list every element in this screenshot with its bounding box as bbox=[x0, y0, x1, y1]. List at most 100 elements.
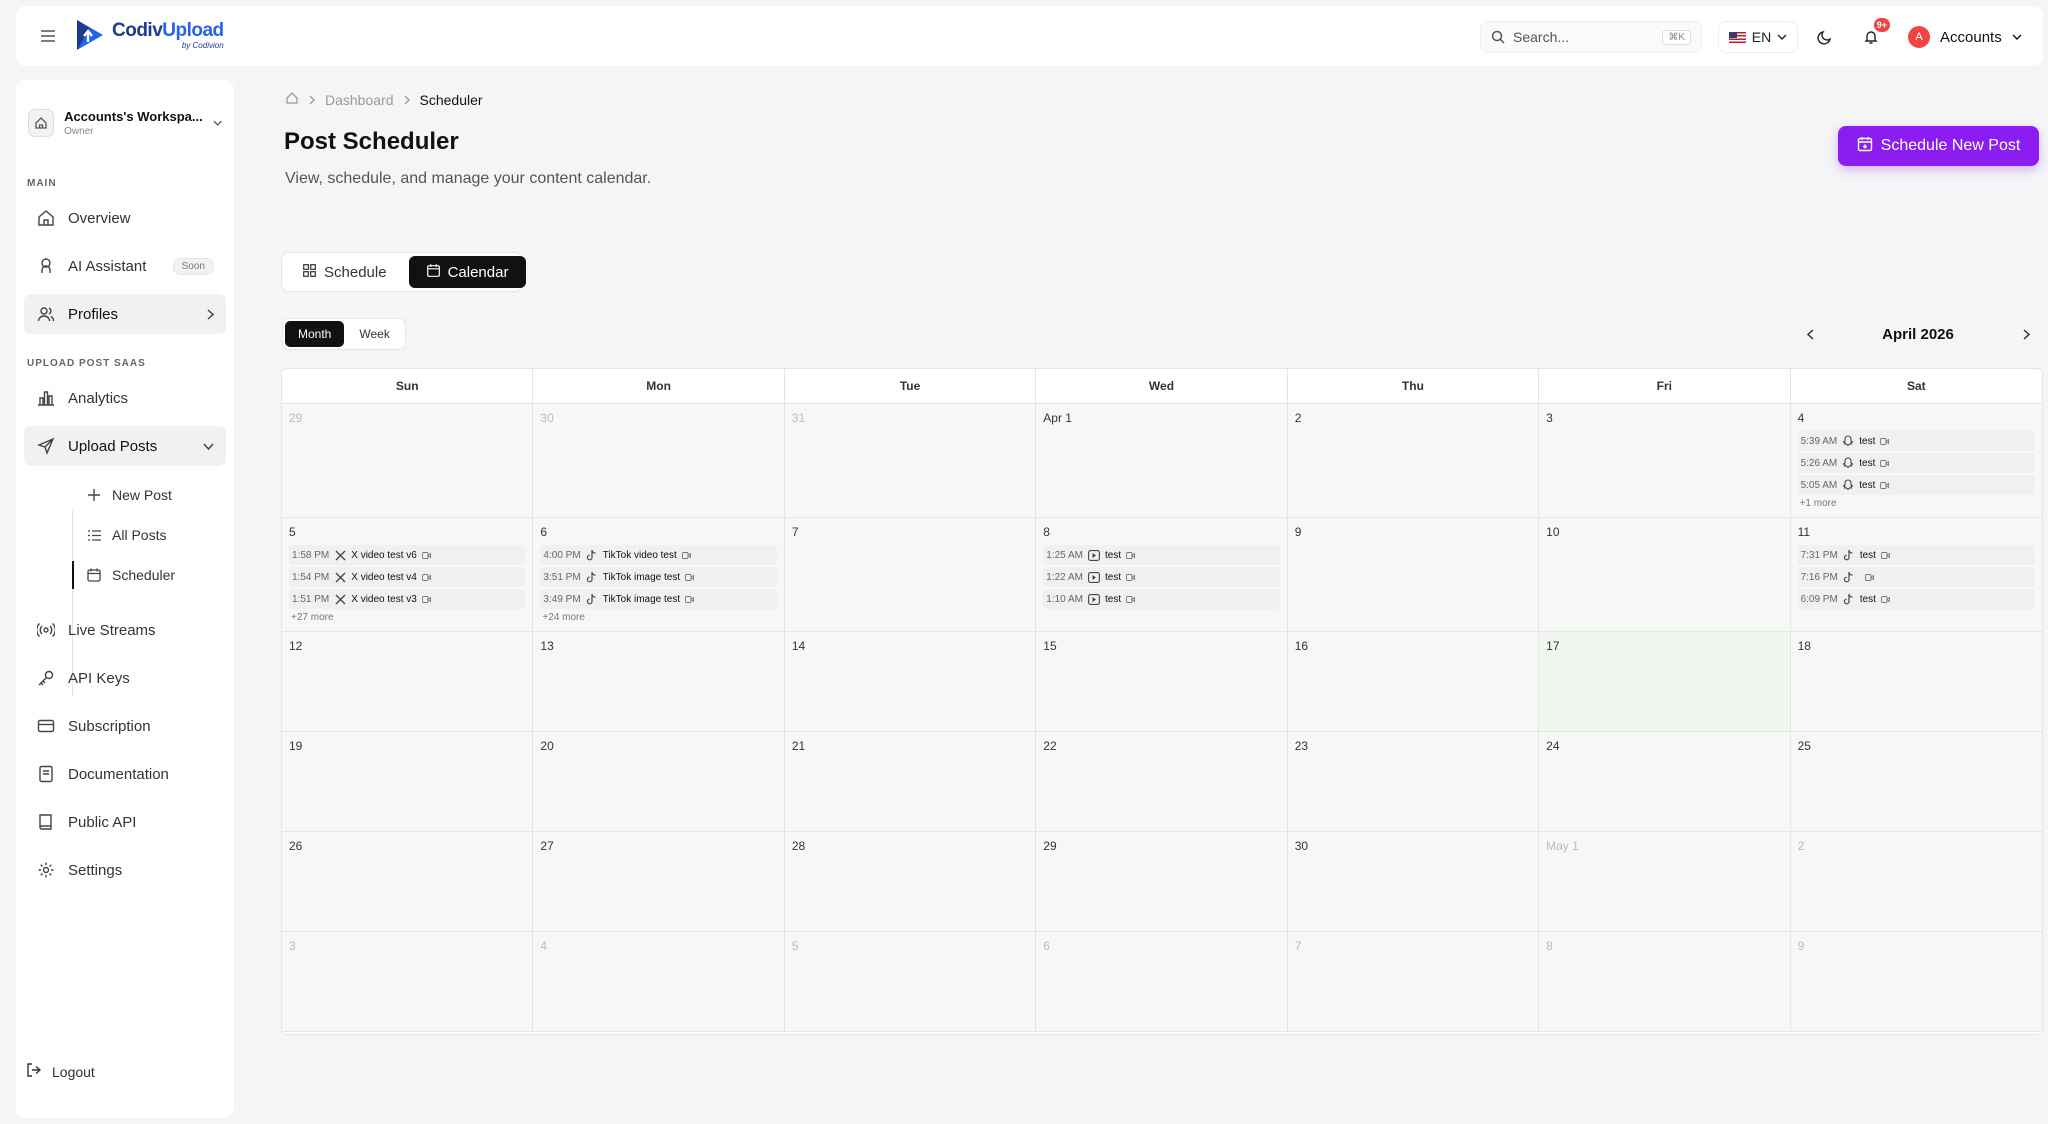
scheduled-post[interactable]: 1:22 AM test bbox=[1043, 567, 1280, 587]
calendar-day[interactable]: 4 5:39 AM test 5:26 AM test 5:05 AM test +1 mor… bbox=[1790, 404, 2042, 518]
calendar-day[interactable]: 22 bbox=[1036, 732, 1288, 832]
sidebar-item-overview[interactable]: Overview bbox=[24, 198, 226, 238]
calendar-day[interactable]: 5 bbox=[784, 932, 1037, 1032]
calendar-day[interactable]: 4 bbox=[533, 932, 785, 1032]
notifications-button[interactable]: 9+ bbox=[1858, 18, 1890, 50]
calendar-day[interactable]: 3 bbox=[1539, 404, 1791, 518]
more-posts-link[interactable]: +27 more bbox=[289, 612, 525, 623]
calendar-day[interactable]: 19 bbox=[282, 732, 534, 832]
calendar-day[interactable]: 14 bbox=[784, 632, 1037, 732]
scheduled-post[interactable]: 7:16 PM bbox=[1797, 567, 2035, 587]
sidebar-subitem-new-post[interactable]: New Post bbox=[58, 477, 226, 513]
calendar-day[interactable]: 6 bbox=[1036, 932, 1288, 1032]
sidebar-item-profiles[interactable]: Profiles bbox=[24, 294, 226, 334]
calendar-day[interactable]: 12 bbox=[282, 632, 534, 732]
sidebar-item-ai-assistant[interactable]: AI Assistant Soon bbox=[24, 246, 226, 286]
chevron-right-icon[interactable] bbox=[2016, 324, 2036, 344]
calendar-day[interactable]: 15 bbox=[1036, 632, 1288, 732]
language-selector[interactable]: EN bbox=[1718, 21, 1798, 53]
sidebar-subitem-all-posts[interactable]: All Posts bbox=[58, 517, 226, 553]
moon-icon[interactable] bbox=[1812, 24, 1838, 50]
scheduled-post[interactable]: 3:49 PM TikTok image test bbox=[540, 589, 777, 609]
sidebar-item-upload-posts[interactable]: Upload Posts bbox=[24, 426, 226, 466]
calendar-day[interactable]: 28 bbox=[784, 832, 1037, 932]
calendar-day[interactable]: 20 bbox=[533, 732, 785, 832]
calendar-day[interactable]: 30 bbox=[1287, 832, 1540, 932]
account-menu[interactable]: A Accounts bbox=[1908, 20, 2038, 54]
calendar-day[interactable]: 23 bbox=[1287, 732, 1540, 832]
calendar-day[interactable]: May 1 bbox=[1539, 832, 1791, 932]
scheduled-post[interactable]: 1:51 PM X video test v3 bbox=[289, 589, 526, 609]
sidebar-item-api-keys[interactable]: API Keys bbox=[24, 658, 226, 698]
youtube-icon bbox=[1088, 571, 1100, 583]
tab-month[interactable]: Month bbox=[285, 321, 345, 347]
home-icon[interactable] bbox=[285, 91, 299, 108]
calendar-day[interactable]: 21 bbox=[784, 732, 1037, 832]
scheduled-post[interactable]: 5:26 AM test bbox=[1797, 453, 2035, 473]
calendar-day[interactable]: 30 bbox=[533, 404, 785, 518]
breadcrumb-dashboard[interactable]: Dashboard bbox=[325, 92, 394, 108]
calendar-day[interactable]: 8 bbox=[1539, 932, 1791, 1032]
scheduled-post[interactable]: 6:09 PM test bbox=[1797, 589, 2035, 609]
calendar-day[interactable]: 29 bbox=[282, 404, 534, 518]
scheduled-post[interactable]: 7:31 PM test bbox=[1797, 545, 2035, 565]
calendar-day[interactable]: Apr 1 bbox=[1036, 404, 1288, 518]
day-number: 30 bbox=[1294, 839, 1309, 853]
sidebar-subitem-scheduler[interactable]: Scheduler bbox=[58, 557, 226, 593]
calendar-day[interactable]: 6 4:00 PM TikTok video test 3:51 PM TikTok i… bbox=[533, 518, 785, 632]
tab-calendar[interactable]: Calendar bbox=[408, 256, 527, 288]
calendar-day[interactable]: 8 1:25 AM test 1:22 AM test 1:10 AM test bbox=[1036, 518, 1288, 632]
calendar-day-today[interactable]: 17 bbox=[1539, 632, 1791, 732]
calendar-day[interactable]: 5 1:58 PM X video test v6 1:54 PM X video te… bbox=[282, 518, 534, 632]
calendar-day[interactable]: 18 bbox=[1790, 632, 2042, 732]
sidebar-item-live-streams[interactable]: Live Streams bbox=[24, 610, 226, 650]
calendar-day[interactable]: 2 bbox=[1287, 404, 1540, 518]
calendar-day[interactable]: 11 7:31 PM test 7:16 PM 6:09 PM test bbox=[1790, 518, 2042, 632]
calendar-day[interactable]: 24 bbox=[1539, 732, 1791, 832]
calendar-day[interactable]: 9 bbox=[1287, 518, 1540, 632]
youtube-icon bbox=[1088, 549, 1100, 561]
tab-schedule[interactable]: Schedule bbox=[285, 256, 405, 288]
calendar-day[interactable]: 26 bbox=[282, 832, 534, 932]
calendar-day[interactable]: 7 bbox=[1287, 932, 1540, 1032]
chevron-left-icon[interactable] bbox=[1800, 324, 1820, 344]
scheduled-post[interactable]: 1:10 AM test bbox=[1043, 589, 1280, 609]
scheduled-post[interactable]: 5:39 AM test bbox=[1797, 431, 2035, 451]
scheduled-post[interactable]: 5:05 AM test bbox=[1797, 475, 2035, 495]
calendar-day[interactable]: 10 bbox=[1539, 518, 1791, 632]
tab-week[interactable]: Week bbox=[346, 321, 402, 347]
calendar-day[interactable]: 27 bbox=[533, 832, 785, 932]
calendar-day[interactable]: 9 bbox=[1790, 932, 2042, 1032]
sidebar-item-public-api[interactable]: Public API bbox=[24, 802, 226, 842]
month-label: April 2026 bbox=[1882, 325, 1954, 343]
calendar-day[interactable]: 7 bbox=[784, 518, 1037, 632]
calendar-day[interactable]: 13 bbox=[533, 632, 785, 732]
calendar-day[interactable]: 31 bbox=[784, 404, 1037, 518]
sidebar-item-subscription[interactable]: Subscription bbox=[24, 706, 226, 746]
users-icon bbox=[36, 304, 56, 324]
scheduled-post[interactable]: 3:51 PM TikTok image test bbox=[540, 567, 777, 587]
calendar-day[interactable]: 16 bbox=[1287, 632, 1540, 732]
more-posts-link[interactable]: +24 more bbox=[540, 612, 776, 623]
scheduled-post[interactable]: 1:25 AM test bbox=[1043, 545, 1280, 565]
sidebar-item-documentation[interactable]: Documentation bbox=[24, 754, 226, 794]
scheduled-post[interactable]: 4:00 PM TikTok video test bbox=[540, 545, 777, 565]
logout-button[interactable]: Logout bbox=[26, 1062, 95, 1081]
calendar-day[interactable]: 3 bbox=[282, 932, 534, 1032]
search-input[interactable]: Search... ⌘K bbox=[1480, 21, 1702, 53]
calendar-day[interactable]: 29 bbox=[1036, 832, 1288, 932]
post-time: 1:10 AM bbox=[1046, 593, 1083, 605]
calendar-day[interactable]: 2 bbox=[1790, 832, 2042, 932]
menu-icon[interactable] bbox=[36, 24, 60, 48]
sidebar-item-analytics[interactable]: Analytics bbox=[24, 378, 226, 418]
scheduled-post[interactable]: 1:58 PM X video test v6 bbox=[289, 545, 526, 565]
scheduled-post[interactable]: 1:54 PM X video test v4 bbox=[289, 567, 526, 587]
more-posts-link[interactable]: +1 more bbox=[1798, 498, 2035, 509]
brand-logo[interactable]: CodivUpload by Codivion bbox=[74, 18, 224, 52]
workspace-switcher[interactable]: Accounts's Workspa... Owner bbox=[28, 100, 222, 146]
day-number: 14 bbox=[791, 639, 806, 653]
schedule-new-post-button[interactable]: Schedule New Post bbox=[1838, 126, 2039, 166]
calendar-day[interactable]: 25 bbox=[1790, 732, 2042, 832]
chevron-down-icon bbox=[213, 120, 222, 126]
sidebar-item-settings[interactable]: Settings bbox=[24, 850, 226, 890]
